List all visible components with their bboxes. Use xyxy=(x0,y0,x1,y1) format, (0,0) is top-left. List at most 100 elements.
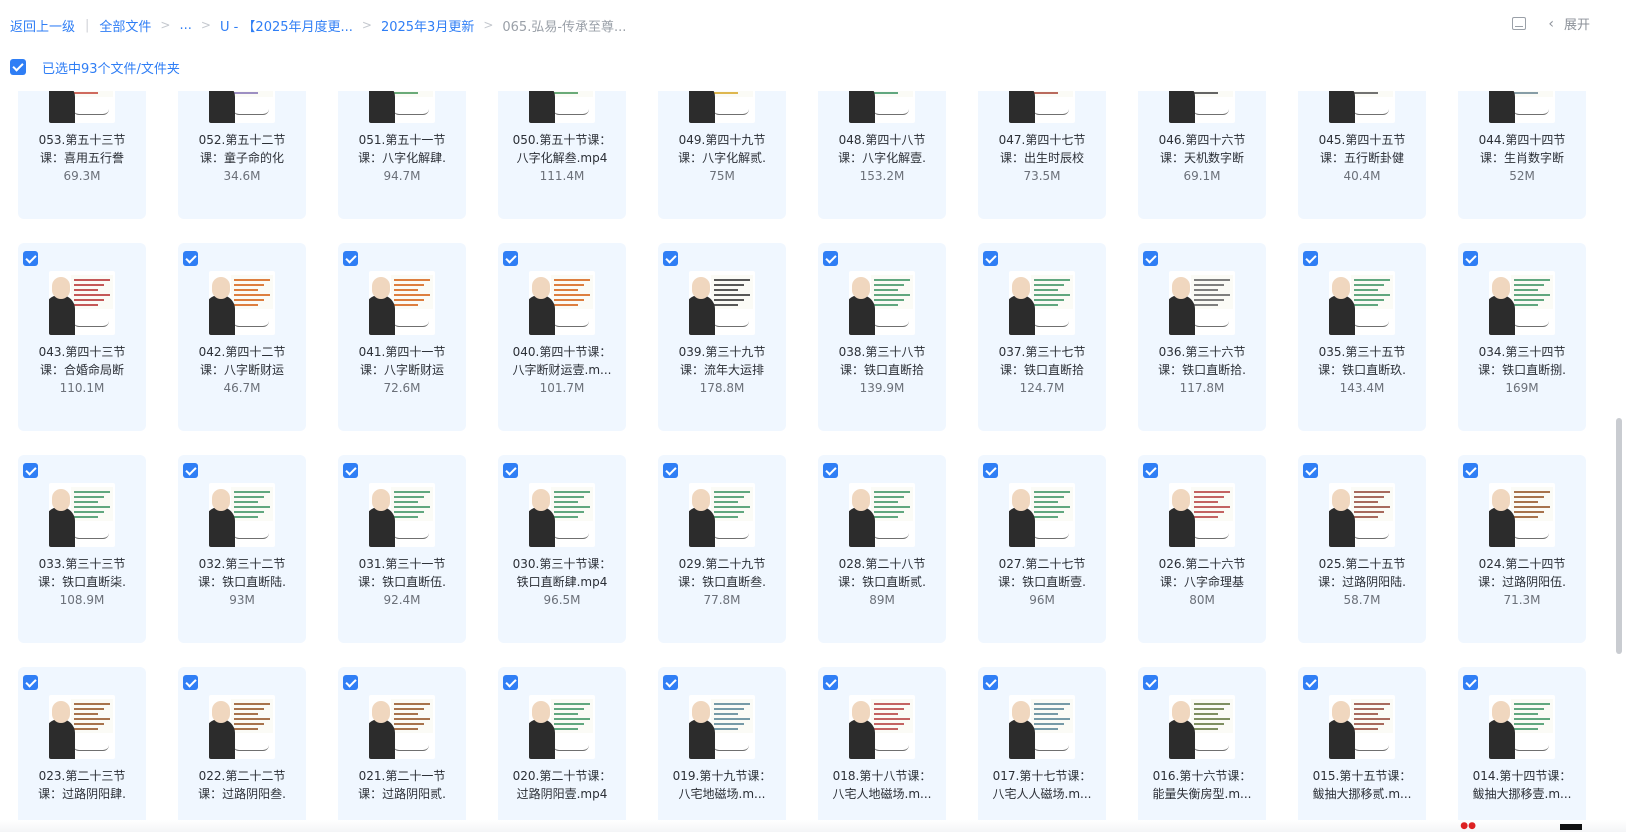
file-card[interactable]: 043.第四十三节 课：合婚命局断 110.1M xyxy=(18,243,146,431)
breadcrumb-item-monthly-updates[interactable]: U - 【2025年月度更... xyxy=(220,16,353,35)
presenter-figure xyxy=(689,507,715,547)
file-checkbox[interactable] xyxy=(1303,463,1318,478)
file-checkbox[interactable] xyxy=(983,463,998,478)
breadcrumb-separator-icon: > xyxy=(160,18,171,32)
file-card[interactable]: 044.第四十四节 课：生肖数字断 52M xyxy=(1458,91,1586,219)
breadcrumb-item-ellipsis[interactable]: ... xyxy=(179,18,191,33)
file-checkbox[interactable] xyxy=(503,463,518,478)
file-card[interactable]: 031.第三十一节 课：铁口直断伍. 92.4M xyxy=(338,455,466,643)
file-card[interactable]: 048.第四十八节 课：八字化解壹. 153.2M xyxy=(818,91,946,219)
file-checkbox[interactable] xyxy=(663,463,678,478)
file-checkbox[interactable] xyxy=(343,463,358,478)
file-card[interactable]: 049.第四十九节 课：八字化解贰. 75M xyxy=(658,91,786,219)
file-card[interactable]: 039.第三十九节 课：流年大运排 178.8M xyxy=(658,243,786,431)
file-card[interactable]: 033.第三十三节 课：铁口直断柒. 108.9M xyxy=(18,455,146,643)
file-card[interactable]: 042.第四十二节 课：八字断财运 46.7M xyxy=(178,243,306,431)
file-name-line2: 八字化解叁.mp4 xyxy=(516,151,608,165)
file-checkbox[interactable] xyxy=(23,251,38,266)
scrollbar-thumb[interactable] xyxy=(1616,418,1622,654)
select-all-checkbox[interactable] xyxy=(10,59,26,75)
file-checkbox[interactable] xyxy=(343,251,358,266)
file-checkbox[interactable] xyxy=(503,675,518,690)
file-checkbox[interactable] xyxy=(23,675,38,690)
file-card[interactable]: 035.第三十五节 课：铁口直断玖. 143.4M xyxy=(1298,243,1426,431)
breadcrumb-divider: | xyxy=(85,17,90,33)
file-card[interactable]: 016.第十六节课： 能量失衡房型.m... xyxy=(1138,667,1266,832)
file-card[interactable]: 038.第三十八节 课：铁口直断拾 139.9M xyxy=(818,243,946,431)
signature-mark xyxy=(1513,321,1549,327)
file-checkbox[interactable] xyxy=(183,463,198,478)
file-card[interactable]: 017.第十七节课： 八宅人人磁场.m... xyxy=(978,667,1106,832)
file-checkbox[interactable] xyxy=(983,251,998,266)
file-card[interactable]: 020.第二十节课： 过路阴阳壹.mp4 xyxy=(498,667,626,832)
file-card[interactable]: 036.第三十六节 课：铁口直断拾. 117.8M xyxy=(1138,243,1266,431)
file-checkbox[interactable] xyxy=(823,251,838,266)
file-card[interactable]: 015.第十五节课： 鲅抽大挪移贰.m... xyxy=(1298,667,1426,832)
file-card[interactable]: 026.第二十六节 课：八字命理基 80M xyxy=(1138,455,1266,643)
file-checkbox[interactable] xyxy=(1303,675,1318,690)
file-card[interactable]: 030.第三十节课： 铁口直断肆.mp4 96.5M xyxy=(498,455,626,643)
list-view-icon[interactable] xyxy=(1512,17,1527,30)
file-card[interactable]: 047.第四十七节 课：出生时辰校 73.5M xyxy=(978,91,1106,219)
file-card[interactable]: 034.第三十四节 课：铁口直断捌. 169M xyxy=(1458,243,1586,431)
file-size: 69.1M xyxy=(1183,169,1221,183)
file-checkbox[interactable] xyxy=(1303,251,1318,266)
file-card[interactable]: 040.第四十节课： 八字断财运壹.m... 101.7M xyxy=(498,243,626,431)
file-checkbox[interactable] xyxy=(23,463,38,478)
file-checkbox[interactable] xyxy=(823,675,838,690)
file-checkbox[interactable] xyxy=(1463,675,1478,690)
video-thumbnail xyxy=(529,271,595,335)
file-checkbox[interactable] xyxy=(823,463,838,478)
file-checkbox[interactable] xyxy=(1463,463,1478,478)
file-card[interactable]: 032.第三十二节 课：铁口直断陆. 93M xyxy=(178,455,306,643)
file-checkbox[interactable] xyxy=(1143,675,1158,690)
file-checkbox[interactable] xyxy=(343,675,358,690)
file-card[interactable]: 018.第十八节课： 八宅人地磁场.m... xyxy=(818,667,946,832)
file-checkbox[interactable] xyxy=(663,251,678,266)
file-checkbox[interactable] xyxy=(1143,251,1158,266)
file-name-line2: 课：过路阴阳肆. xyxy=(38,787,126,801)
file-card[interactable]: 021.第二十一节 课：过路阴阳贰. xyxy=(338,667,466,832)
file-card[interactable]: 028.第二十八节 课：铁口直断贰. 89M xyxy=(818,455,946,643)
file-card[interactable]: 024.第二十四节 课：过路阴阳伍. 71.3M xyxy=(1458,455,1586,643)
file-card[interactable]: 027.第二十七节 课：铁口直断壹. 96M xyxy=(978,455,1106,643)
breadcrumb-item-march-update[interactable]: 2025年3月更新 xyxy=(381,16,474,35)
file-card[interactable]: 022.第二十二节 课：过路阴阳叁. xyxy=(178,667,306,832)
file-name-line1: 040.第四十节课： xyxy=(512,345,612,359)
file-checkbox[interactable] xyxy=(1463,251,1478,266)
file-card[interactable]: 029.第二十九节 课：铁口直断叁. 77.8M xyxy=(658,455,786,643)
presenter-head xyxy=(1172,277,1190,299)
file-card[interactable]: 045.第四十五节 课：五行断卦健 40.4M xyxy=(1298,91,1426,219)
video-thumbnail xyxy=(849,483,915,547)
file-card[interactable]: 053.第五十三节 课：喜用五行誊 69.3M xyxy=(18,91,146,219)
file-checkbox[interactable] xyxy=(1143,463,1158,478)
file-card[interactable]: 037.第三十七节 课：铁口直断拾 124.7M xyxy=(978,243,1106,431)
file-card[interactable]: 046.第四十六节 课：天机数字断 69.1M xyxy=(1138,91,1266,219)
file-card[interactable]: 051.第五十一节 课：八字化解肆. 94.7M xyxy=(338,91,466,219)
file-checkbox[interactable] xyxy=(663,675,678,690)
signature-mark xyxy=(73,745,109,751)
back-link[interactable]: 返回上一级 xyxy=(10,16,75,35)
file-card[interactable]: 019.第十九节课： 八宅地磁场.m... xyxy=(658,667,786,832)
file-card[interactable]: 025.第二十五节 课：过路阴阳陆. 58.7M xyxy=(1298,455,1426,643)
chevron-left-icon[interactable]: ‹ xyxy=(1548,16,1554,32)
file-card[interactable]: 041.第四十一节 课：八字断财运 72.6M xyxy=(338,243,466,431)
presenter-figure xyxy=(49,91,75,123)
file-card[interactable]: 014.第十四节课： 鲅抽大挪移壹.m... xyxy=(1458,667,1586,832)
file-name-line1: 049.第四十九节 xyxy=(678,133,766,147)
signature-mark xyxy=(73,321,109,327)
file-checkbox[interactable] xyxy=(183,675,198,690)
file-checkbox[interactable] xyxy=(503,251,518,266)
file-checkbox[interactable] xyxy=(183,251,198,266)
file-card[interactable]: 052.第五十二节 课：童子命的化 34.6M xyxy=(178,91,306,219)
file-checkbox[interactable] xyxy=(983,675,998,690)
expand-button[interactable]: 展开 xyxy=(1564,14,1590,33)
video-thumbnail xyxy=(689,695,755,759)
file-name: 028.第二十八节 课：铁口直断贰. xyxy=(822,555,942,591)
video-thumbnail xyxy=(1489,91,1555,123)
slide-preview xyxy=(391,699,433,733)
breadcrumb-item-all-files[interactable]: 全部文件 xyxy=(99,16,151,35)
file-card[interactable]: 050.第五十节课： 八字化解叁.mp4 111.4M xyxy=(498,91,626,219)
file-card[interactable]: 023.第二十三节 课：过路阴阳肆. xyxy=(18,667,146,832)
slide-preview xyxy=(711,275,753,309)
